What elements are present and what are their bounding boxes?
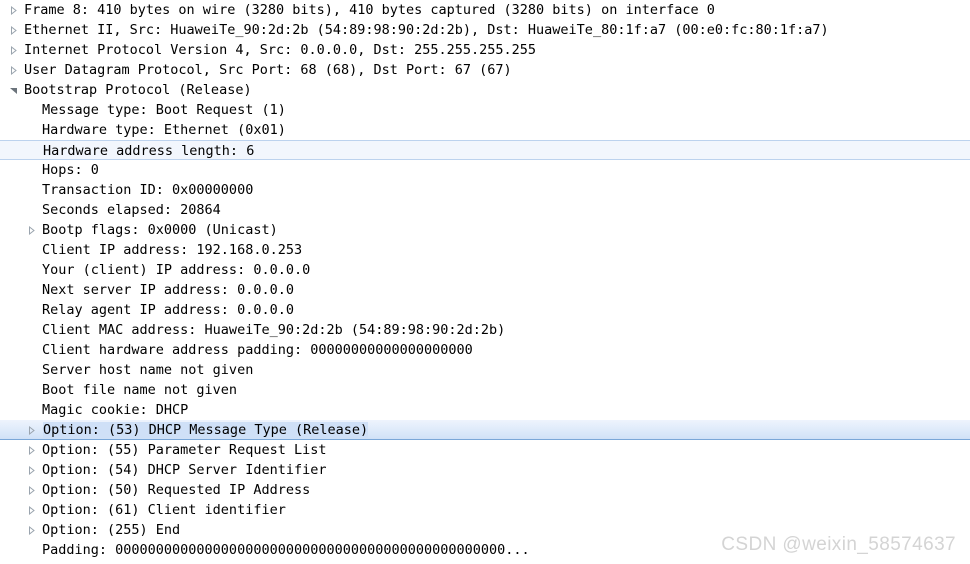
packet-tree-row[interactable]: Message type: Boot Request (1) (0, 100, 970, 120)
packet-tree-row[interactable]: Hardware type: Ethernet (0x01) (0, 120, 970, 140)
packet-tree-row[interactable]: User Datagram Protocol, Src Port: 68 (68… (0, 60, 970, 80)
packet-tree-row[interactable]: Ethernet II, Src: HuaweiTe_90:2d:2b (54:… (0, 20, 970, 40)
triangle-right-collapse-icon[interactable] (24, 500, 38, 520)
packet-tree-row[interactable]: Client MAC address: HuaweiTe_90:2d:2b (5… (0, 320, 970, 340)
packet-tree-row[interactable]: Magic cookie: DHCP (0, 400, 970, 420)
packet-tree-row-label: Padding: 0000000000000000000000000000000… (42, 542, 530, 558)
packet-tree-row-label: Ethernet II, Src: HuaweiTe_90:2d:2b (54:… (24, 22, 829, 38)
packet-tree-row-label: Hops: 0 (42, 162, 99, 178)
packet-tree-row[interactable]: Option: (50) Requested IP Address (0, 480, 970, 500)
packet-tree-row-label: Client hardware address padding: 0000000… (42, 342, 473, 358)
packet-tree-row[interactable]: Option: (54) DHCP Server Identifier (0, 460, 970, 480)
triangle-right-collapse-icon[interactable] (24, 420, 38, 440)
packet-tree-row-label: Option: (53) DHCP Message Type (Release) (0, 420, 369, 440)
packet-tree-row-label: Internet Protocol Version 4, Src: 0.0.0.… (24, 42, 537, 58)
triangle-down-expand-icon[interactable] (6, 80, 20, 100)
packet-tree-row[interactable]: Server host name not given (0, 360, 970, 380)
packet-tree-row-label: Relay agent IP address: 0.0.0.0 (42, 302, 294, 318)
packet-tree-row[interactable]: Seconds elapsed: 20864 (0, 200, 970, 220)
packet-tree-row[interactable]: Boot file name not given (0, 380, 970, 400)
packet-tree-row-label: Option: (55) Parameter Request List (42, 442, 327, 458)
packet-tree-row[interactable]: Next server IP address: 0.0.0.0 (0, 280, 970, 300)
packet-tree-row-label: Client MAC address: HuaweiTe_90:2d:2b (5… (42, 322, 506, 338)
triangle-right-collapse-icon[interactable] (24, 440, 38, 460)
packet-tree-row[interactable]: Hardware address length: 6 (0, 140, 970, 161)
triangle-right-collapse-icon[interactable] (24, 220, 38, 240)
packet-detail-tree[interactable]: Frame 8: 410 bytes on wire (3280 bits), … (0, 0, 970, 560)
packet-tree-row[interactable]: Client IP address: 192.168.0.253 (0, 240, 970, 260)
packet-tree-row[interactable]: Option: (61) Client identifier (0, 500, 970, 520)
packet-tree-row-text: Option: (53) DHCP Message Type (Release) (43, 422, 369, 438)
packet-tree-row-label: Transaction ID: 0x00000000 (42, 182, 254, 198)
packet-tree-row[interactable]: Your (client) IP address: 0.0.0.0 (0, 260, 970, 280)
triangle-right-collapse-icon[interactable] (6, 0, 20, 20)
packet-tree-row[interactable]: Relay agent IP address: 0.0.0.0 (0, 300, 970, 320)
packet-tree-row[interactable]: Bootstrap Protocol (Release) (0, 80, 970, 100)
packet-tree-row[interactable]: Frame 8: 410 bytes on wire (3280 bits), … (0, 0, 970, 20)
packet-details-pane: Frame 8: 410 bytes on wire (3280 bits), … (0, 0, 970, 564)
packet-tree-row-label: Next server IP address: 0.0.0.0 (42, 282, 294, 298)
packet-tree-row[interactable]: Option: (55) Parameter Request List (0, 440, 970, 460)
packet-tree-row-label: Server host name not given (42, 362, 254, 378)
triangle-right-collapse-icon[interactable] (24, 520, 38, 540)
packet-tree-row-label: Magic cookie: DHCP (42, 402, 189, 418)
packet-tree-row-label: Message type: Boot Request (1) (42, 102, 286, 118)
packet-tree-row-label: User Datagram Protocol, Src Port: 68 (68… (24, 62, 512, 78)
packet-tree-row-label: Bootstrap Protocol (Release) (24, 82, 252, 98)
packet-tree-row[interactable]: Internet Protocol Version 4, Src: 0.0.0.… (0, 40, 970, 60)
packet-tree-row-label: Option: (54) DHCP Server Identifier (42, 462, 327, 478)
packet-tree-row-label: Bootp flags: 0x0000 (Unicast) (42, 222, 278, 238)
triangle-right-collapse-icon[interactable] (24, 460, 38, 480)
packet-tree-row[interactable]: Bootp flags: 0x0000 (Unicast) (0, 220, 970, 240)
packet-tree-row-label: Frame 8: 410 bytes on wire (3280 bits), … (24, 2, 715, 18)
triangle-right-collapse-icon[interactable] (6, 20, 20, 40)
packet-tree-row-label: Client IP address: 192.168.0.253 (42, 242, 303, 258)
packet-tree-row-label: Your (client) IP address: 0.0.0.0 (42, 262, 311, 278)
packet-tree-row-label: Option: (61) Client identifier (42, 502, 286, 518)
packet-tree-row[interactable]: Client hardware address padding: 0000000… (0, 340, 970, 360)
packet-tree-row-label: Seconds elapsed: 20864 (42, 202, 221, 218)
packet-tree-row[interactable]: Transaction ID: 0x00000000 (0, 180, 970, 200)
packet-tree-row-label: Hardware type: Ethernet (0x01) (42, 122, 286, 138)
packet-tree-row[interactable]: Hops: 0 (0, 160, 970, 180)
triangle-right-collapse-icon[interactable] (6, 60, 20, 80)
csdn-watermark: CSDN @weixin_58574637 (721, 534, 956, 555)
packet-tree-row-label: Boot file name not given (42, 382, 238, 398)
packet-tree-row-label: Hardware address length: 6 (0, 141, 254, 161)
packet-tree-row-label: Option: (50) Requested IP Address (42, 482, 311, 498)
packet-tree-row[interactable]: Option: (53) DHCP Message Type (Release) (0, 420, 970, 440)
triangle-right-collapse-icon[interactable] (6, 40, 20, 60)
triangle-right-collapse-icon[interactable] (24, 480, 38, 500)
